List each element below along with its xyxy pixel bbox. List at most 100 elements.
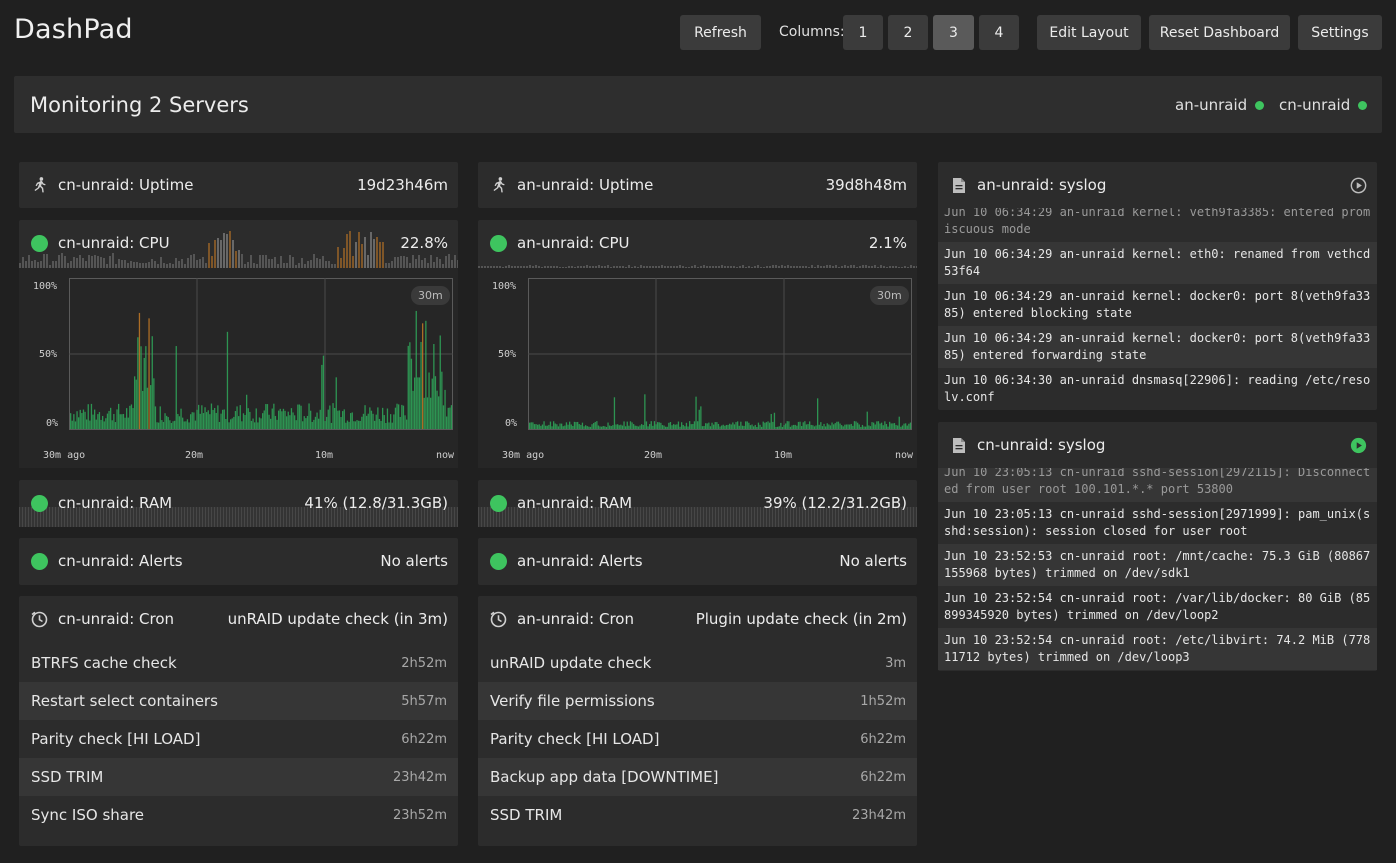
cpu-bar xyxy=(202,413,205,429)
columns-2-button[interactable]: 2 xyxy=(888,15,928,50)
cpu-bar xyxy=(207,410,209,429)
cron-job-name: Parity check [HI LOAD] xyxy=(31,730,201,748)
y-tick-label: 0% xyxy=(505,418,518,429)
cpu-bar xyxy=(674,424,676,429)
cron-job-row[interactable]: Backup app data [DOWNTIME] 6h22m xyxy=(478,758,917,796)
cpu-bar xyxy=(685,422,688,429)
cron-job-row[interactable]: Verify file permissions 1h52m xyxy=(478,682,917,720)
cpu-bar xyxy=(270,418,272,429)
settings-button[interactable]: Settings xyxy=(1298,15,1382,50)
card-title: an-unraid: RAM xyxy=(517,494,633,512)
cpu-bar xyxy=(428,372,430,429)
cpu-bar xyxy=(362,413,365,429)
cron-job-row[interactable]: Parity check [HI LOAD] 6h22m xyxy=(478,720,917,758)
cpu-bar xyxy=(313,419,315,429)
cpu-bar xyxy=(105,418,107,429)
columns-label: Columns: xyxy=(779,24,845,40)
cpu-bar xyxy=(196,409,198,429)
card-value: unRAID update check (in 3m) xyxy=(227,610,448,628)
cron-job-name: Backup app data [DOWNTIME] xyxy=(490,768,719,786)
cpu-bar xyxy=(805,424,808,429)
cron-job-time: 23h52m xyxy=(393,807,447,823)
cpu-bar xyxy=(322,355,325,429)
y-tick-label: 100% xyxy=(33,281,58,292)
cpu-bar xyxy=(279,408,281,429)
clock-icon xyxy=(490,611,507,628)
cpu-bar xyxy=(765,422,768,429)
cpu-bar xyxy=(788,421,790,429)
time-range-badge[interactable]: 30m xyxy=(870,286,909,305)
x-tick-label: 30m ago xyxy=(502,450,545,461)
cpu-bar xyxy=(92,414,94,429)
cpu-bar xyxy=(369,407,371,429)
cpu-bar xyxy=(649,424,651,429)
card-header: an-unraid: Alerts No alerts xyxy=(478,538,917,584)
cpu-bar xyxy=(882,425,884,429)
cpu-bar xyxy=(900,426,902,429)
card-value: 39% (12.2/31.2GB) xyxy=(763,494,907,512)
cpu-bar xyxy=(332,403,334,429)
cpu-bar xyxy=(119,414,121,429)
card-title: an-unraid: Cron xyxy=(517,610,634,628)
play-circle-icon[interactable] xyxy=(1350,177,1367,194)
cpu-bar xyxy=(244,414,246,429)
card-value: No alerts xyxy=(839,552,907,570)
cpu-bar xyxy=(737,421,739,429)
cpu-bar xyxy=(591,424,593,429)
cron-job-row[interactable]: BTRFS cache check 2h52m xyxy=(19,644,458,682)
cpu-bar xyxy=(660,422,662,429)
cpu-bar xyxy=(655,424,657,429)
server-status-cn-unraid: cn-unraid xyxy=(1279,96,1368,114)
cpu-bar xyxy=(554,423,556,429)
cpu-bar xyxy=(865,426,867,429)
columns-1-button[interactable]: 1 xyxy=(843,15,883,50)
cpu-bar xyxy=(553,421,555,429)
cron-job-row[interactable]: SSD TRIM 23h42m xyxy=(478,796,917,834)
cpu-bar xyxy=(909,422,912,429)
cpu-bar xyxy=(86,419,88,429)
cpu-bar xyxy=(433,344,435,429)
cpu-bar xyxy=(716,422,718,429)
cpu-bar xyxy=(796,425,798,429)
cpu-bar xyxy=(356,420,358,429)
cron-job-row[interactable]: Sync ISO share 23h52m xyxy=(19,796,458,834)
cron-job-time: 2h52m xyxy=(401,655,447,671)
cron-job-time: 6h22m xyxy=(401,731,447,747)
cron-job-row[interactable]: SSD TRIM 23h42m xyxy=(19,758,458,796)
cpu-bar xyxy=(639,425,641,429)
time-range-badge[interactable]: 30m xyxy=(411,286,450,305)
cron-card: an-unraid: Cron Plugin update check (in 2… xyxy=(478,596,917,846)
cpu-bar xyxy=(334,407,336,429)
reset-dashboard-button[interactable]: Reset Dashboard xyxy=(1149,15,1290,50)
play-circle-icon[interactable] xyxy=(1350,437,1367,454)
cpu-bar xyxy=(81,413,83,429)
log-entry: Jun 10 06:34:29 an-unraid kernel: docker… xyxy=(938,326,1377,368)
cpu-bar xyxy=(402,405,405,429)
cron-job-name: SSD TRIM xyxy=(490,806,563,824)
cpu-bar xyxy=(797,421,800,429)
cpu-bar xyxy=(857,422,859,429)
cpu-bar xyxy=(380,420,382,429)
status-dot-icon xyxy=(31,494,48,512)
cpu-bar xyxy=(543,421,545,429)
columns-3-button[interactable]: 3 xyxy=(933,15,974,50)
cpu-bar xyxy=(757,422,760,429)
refresh-button[interactable]: Refresh xyxy=(680,15,761,50)
cpu-bar xyxy=(425,320,427,429)
cpu-bar xyxy=(439,335,441,429)
banner-title: Monitoring 2 Servers xyxy=(30,93,249,117)
cpu-bar xyxy=(653,421,656,429)
cpu-bar xyxy=(412,390,414,429)
cpu-bar xyxy=(778,426,780,429)
cpu-bar xyxy=(335,377,337,429)
columns-4-button[interactable]: 4 xyxy=(979,15,1019,50)
cron-job-row[interactable]: Parity check [HI LOAD] 6h22m xyxy=(19,720,458,758)
cpu-bar xyxy=(743,425,745,429)
edit-layout-button[interactable]: Edit Layout xyxy=(1037,15,1141,50)
cpu-bar xyxy=(820,422,822,429)
cron-job-row[interactable]: unRAID update check 3m xyxy=(478,644,917,682)
cpu-bar xyxy=(676,424,678,429)
cron-job-row[interactable]: Restart select containers 5h57m xyxy=(19,682,458,720)
cpu-bar xyxy=(178,416,181,429)
cpu-bar xyxy=(396,403,398,429)
